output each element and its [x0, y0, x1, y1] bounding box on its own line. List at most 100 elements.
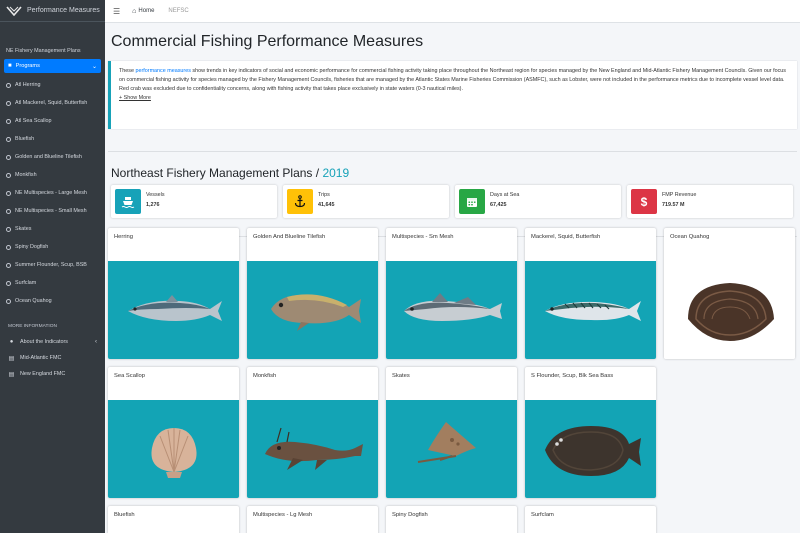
programs-label: Programs: [15, 63, 40, 69]
menu-toggle-icon[interactable]: ☰: [113, 7, 120, 16]
sidebar-item[interactable]: Monkfish: [0, 166, 105, 184]
anchor-icon: [294, 195, 306, 208]
sidebar-item[interactable]: Atl Herring: [0, 76, 105, 94]
card-multispecies-sm-mesh[interactable]: Multispecies - Sm Mesh: [386, 228, 517, 359]
home-icon: ⌂: [132, 7, 137, 15]
intro-text: These: [119, 68, 136, 74]
circle-icon: [6, 244, 11, 250]
stat-vessels: Vessels 1,276: [111, 185, 277, 218]
sidebar-item-label: Ocean Quahog: [15, 298, 52, 304]
circle-icon: [6, 280, 11, 286]
sidebar-item-programs[interactable]: ■ Programs ⌄: [4, 59, 101, 73]
circle-icon: [6, 190, 11, 196]
chevron-left-icon: ‹: [95, 339, 97, 345]
flounder-icon: [544, 426, 641, 476]
sidebar-section-title: NE Fishery Management Plans: [6, 48, 81, 54]
card-title: Multispecies - Lg Mesh: [253, 512, 313, 518]
stat-icon-box: [459, 189, 485, 214]
sidebar-item[interactable]: Summer Flounder, Scup, BSB: [0, 256, 105, 274]
stat-value: 1,276: [146, 202, 160, 208]
chevron-down-icon: ⌄: [91, 63, 97, 70]
home-label: Home: [138, 8, 155, 14]
card-monkfish[interactable]: Monkfish: [247, 367, 378, 498]
stat-icon-box: $: [631, 189, 657, 214]
card-skates[interactable]: Skates: [386, 367, 517, 498]
performance-measures-link[interactable]: performance measures: [135, 68, 190, 74]
sidebar-item-label: Golden and Blueline Tilefish: [15, 154, 82, 160]
card-title: Sea Scallop: [114, 373, 145, 379]
card-herring[interactable]: Herring: [108, 228, 239, 359]
intro-callout: These performance measures show trends i…: [108, 61, 797, 129]
tilefish-icon: [270, 294, 361, 331]
card-mackerel[interactable]: Mackerel, Squid, Butterfish: [525, 228, 656, 359]
sidebar-item[interactable]: Skates: [0, 220, 105, 238]
page-title: Commercial Fishing Performance Measures: [111, 33, 424, 50]
app-title: Performance Measures: [27, 7, 100, 14]
card-spiny-dogfish[interactable]: Spiny Dogfish: [386, 506, 517, 533]
circle-icon: [6, 226, 11, 232]
dollar-icon: $: [640, 194, 648, 209]
card-title: Monkfish: [253, 373, 277, 379]
sidebar-item[interactable]: NE Multispecies - Small Mesh: [0, 202, 105, 220]
card-image: [108, 261, 239, 359]
circle-icon: [6, 82, 11, 88]
breadcrumb[interactable]: NEFSC: [168, 8, 188, 14]
card-image: [386, 261, 517, 359]
mackerel-icon: [544, 301, 641, 321]
sidebar-item[interactable]: NE Multispecies - Large Mesh: [0, 184, 105, 202]
card-title: Surfclam: [531, 512, 554, 518]
home-link[interactable]: ⌂ Home: [132, 8, 154, 15]
stat-value: 41,645: [318, 202, 335, 208]
sidebar-item-about[interactable]: ● About the Indicators ‹: [0, 334, 105, 350]
calendar-icon: [467, 197, 477, 207]
stat-label: Trips: [318, 192, 330, 198]
sidebar-item-label: Summer Flounder, Scup, BSB: [15, 262, 87, 268]
sidebar-item-mid-atlantic[interactable]: ▤ Mid-Atlantic FMC: [0, 350, 105, 366]
circle-icon: [6, 208, 11, 214]
sidebar-item-label: Atl Sea Scallop: [15, 118, 52, 124]
sidebar-item[interactable]: Bluefish: [0, 130, 105, 148]
card-surfclam[interactable]: Surfclam: [525, 506, 656, 533]
main-content: Commercial Fishing Performance Measures …: [105, 23, 800, 533]
card-tilefish[interactable]: Golden And Blueline Tilefish: [247, 228, 378, 359]
circle-icon: [6, 118, 11, 124]
document-icon: ▤: [8, 371, 15, 378]
divider: [108, 151, 797, 152]
sidebar-item[interactable]: Atl Sea Scallop: [0, 112, 105, 130]
circle-icon: [6, 172, 11, 178]
card-multispecies-lg-mesh[interactable]: Multispecies - Lg Mesh: [247, 506, 378, 533]
year-label[interactable]: 2019: [322, 166, 349, 180]
section-title-text: Northeast Fishery Management Plans: [111, 166, 313, 180]
brand[interactable]: Performance Measures: [0, 0, 105, 22]
card-ocean-quahog[interactable]: Ocean Quahog: [664, 228, 795, 359]
card-sea-scallop[interactable]: Sea Scallop: [108, 367, 239, 498]
sidebar-item-label: NE Multispecies - Small Mesh: [15, 208, 87, 214]
quahog-icon: [687, 283, 774, 341]
monkfish-icon: [264, 427, 363, 470]
sidebar-item-label: About the Indicators: [20, 339, 68, 345]
sidebar-item[interactable]: Spiny Dogfish: [0, 238, 105, 256]
stat-value: 719.57 M: [662, 202, 685, 208]
sidebar-item-label: Spiny Dogfish: [15, 244, 49, 250]
noaa-logo-icon: [6, 5, 22, 16]
show-more-link[interactable]: + Show More: [119, 95, 151, 101]
sidebar-item[interactable]: Golden and Blueline Tilefish: [0, 148, 105, 166]
sidebar-item-label: Surfclam: [15, 280, 37, 286]
sidebar-item-new-england[interactable]: ▤ New England FMC: [0, 366, 105, 382]
card-title: Herring: [114, 234, 134, 240]
card-bluefish[interactable]: Bluefish: [108, 506, 239, 533]
sidebar-item[interactable]: Atl Mackerel, Squid, Butterfish: [0, 94, 105, 112]
card-title: S Flounder, Scup, Blk Sea Bass: [531, 373, 614, 379]
card-summer-flounder[interactable]: S Flounder, Scup, Blk Sea Bass: [525, 367, 656, 498]
card-image: [664, 261, 795, 359]
sidebar-item-label: Bluefish: [15, 136, 35, 142]
card-image: [525, 261, 656, 359]
sidebar-item[interactable]: Ocean Quahog: [0, 292, 105, 310]
more-info-title: MORE INFORMATION: [8, 324, 57, 329]
sidebar-item-label: NE Multispecies - Large Mesh: [15, 190, 87, 196]
top-navbar: ☰ ⌂ Home NEFSC: [105, 0, 800, 23]
card-title: Bluefish: [114, 512, 135, 518]
stat-value: 67,425: [490, 202, 507, 208]
sidebar-item[interactable]: Surfclam: [0, 274, 105, 292]
stat-label: Days at Sea: [490, 192, 520, 198]
